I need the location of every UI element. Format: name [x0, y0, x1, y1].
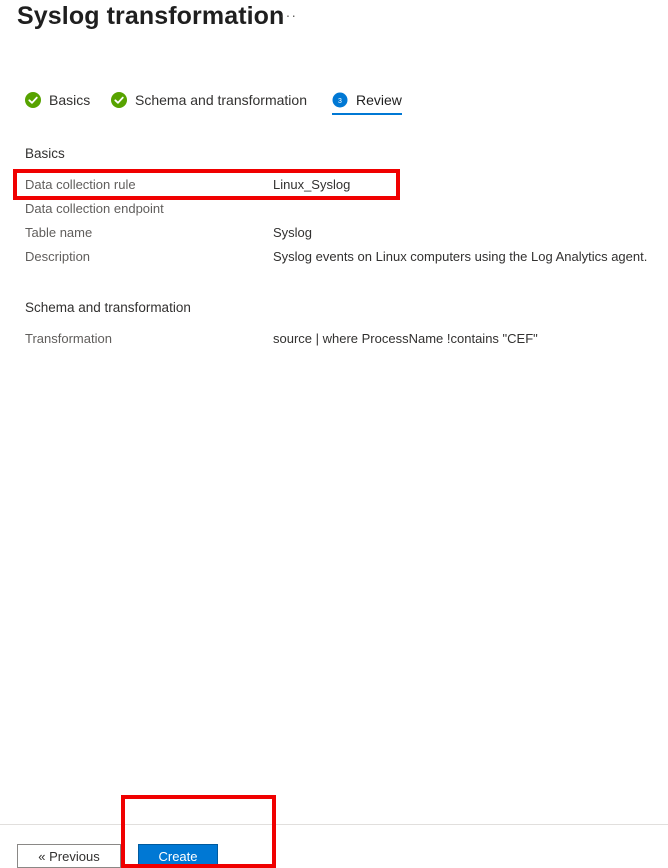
- tab-schema-label: Schema and transformation: [135, 92, 307, 108]
- row-value-description: Syslog events on Linux computers using t…: [273, 249, 648, 264]
- footer-divider: [0, 824, 668, 825]
- more-options-button[interactable]: ···: [280, 7, 297, 23]
- tab-review-label: Review: [356, 92, 402, 108]
- row-value-table-name: Syslog: [273, 225, 313, 240]
- row-label-data-collection-endpoint: Data collection endpoint: [25, 201, 164, 216]
- page-title: Syslog transformation: [17, 2, 285, 30]
- previous-button[interactable]: « Previous: [17, 844, 121, 868]
- tab-review[interactable]: 3 Review: [332, 86, 402, 115]
- row-value-transformation: source | where ProcessName !contains "CE…: [273, 331, 538, 346]
- active-tab-underline: [332, 113, 402, 115]
- page: Syslog transformation ··· Basics Schema …: [0, 0, 668, 868]
- tab-basics-label: Basics: [49, 92, 91, 108]
- highlight-box-create: [121, 795, 276, 868]
- row-label-transformation: Transformation: [25, 331, 112, 346]
- checkmark-circle-icon: [25, 92, 41, 108]
- step-number-text: 3: [338, 98, 342, 105]
- section-title-basics: Basics: [25, 146, 65, 161]
- highlight-box-data-collection-rule: [13, 169, 400, 200]
- step-number-icon: 3: [332, 92, 348, 108]
- tab-basics[interactable]: Basics: [25, 86, 90, 114]
- row-label-table-name: Table name: [25, 225, 93, 240]
- checkmark-circle-icon: [111, 92, 127, 108]
- section-title-schema: Schema and transformation: [25, 300, 191, 315]
- row-label-description: Description: [25, 249, 91, 264]
- tab-schema-and-transformation[interactable]: Schema and transformation: [111, 86, 307, 114]
